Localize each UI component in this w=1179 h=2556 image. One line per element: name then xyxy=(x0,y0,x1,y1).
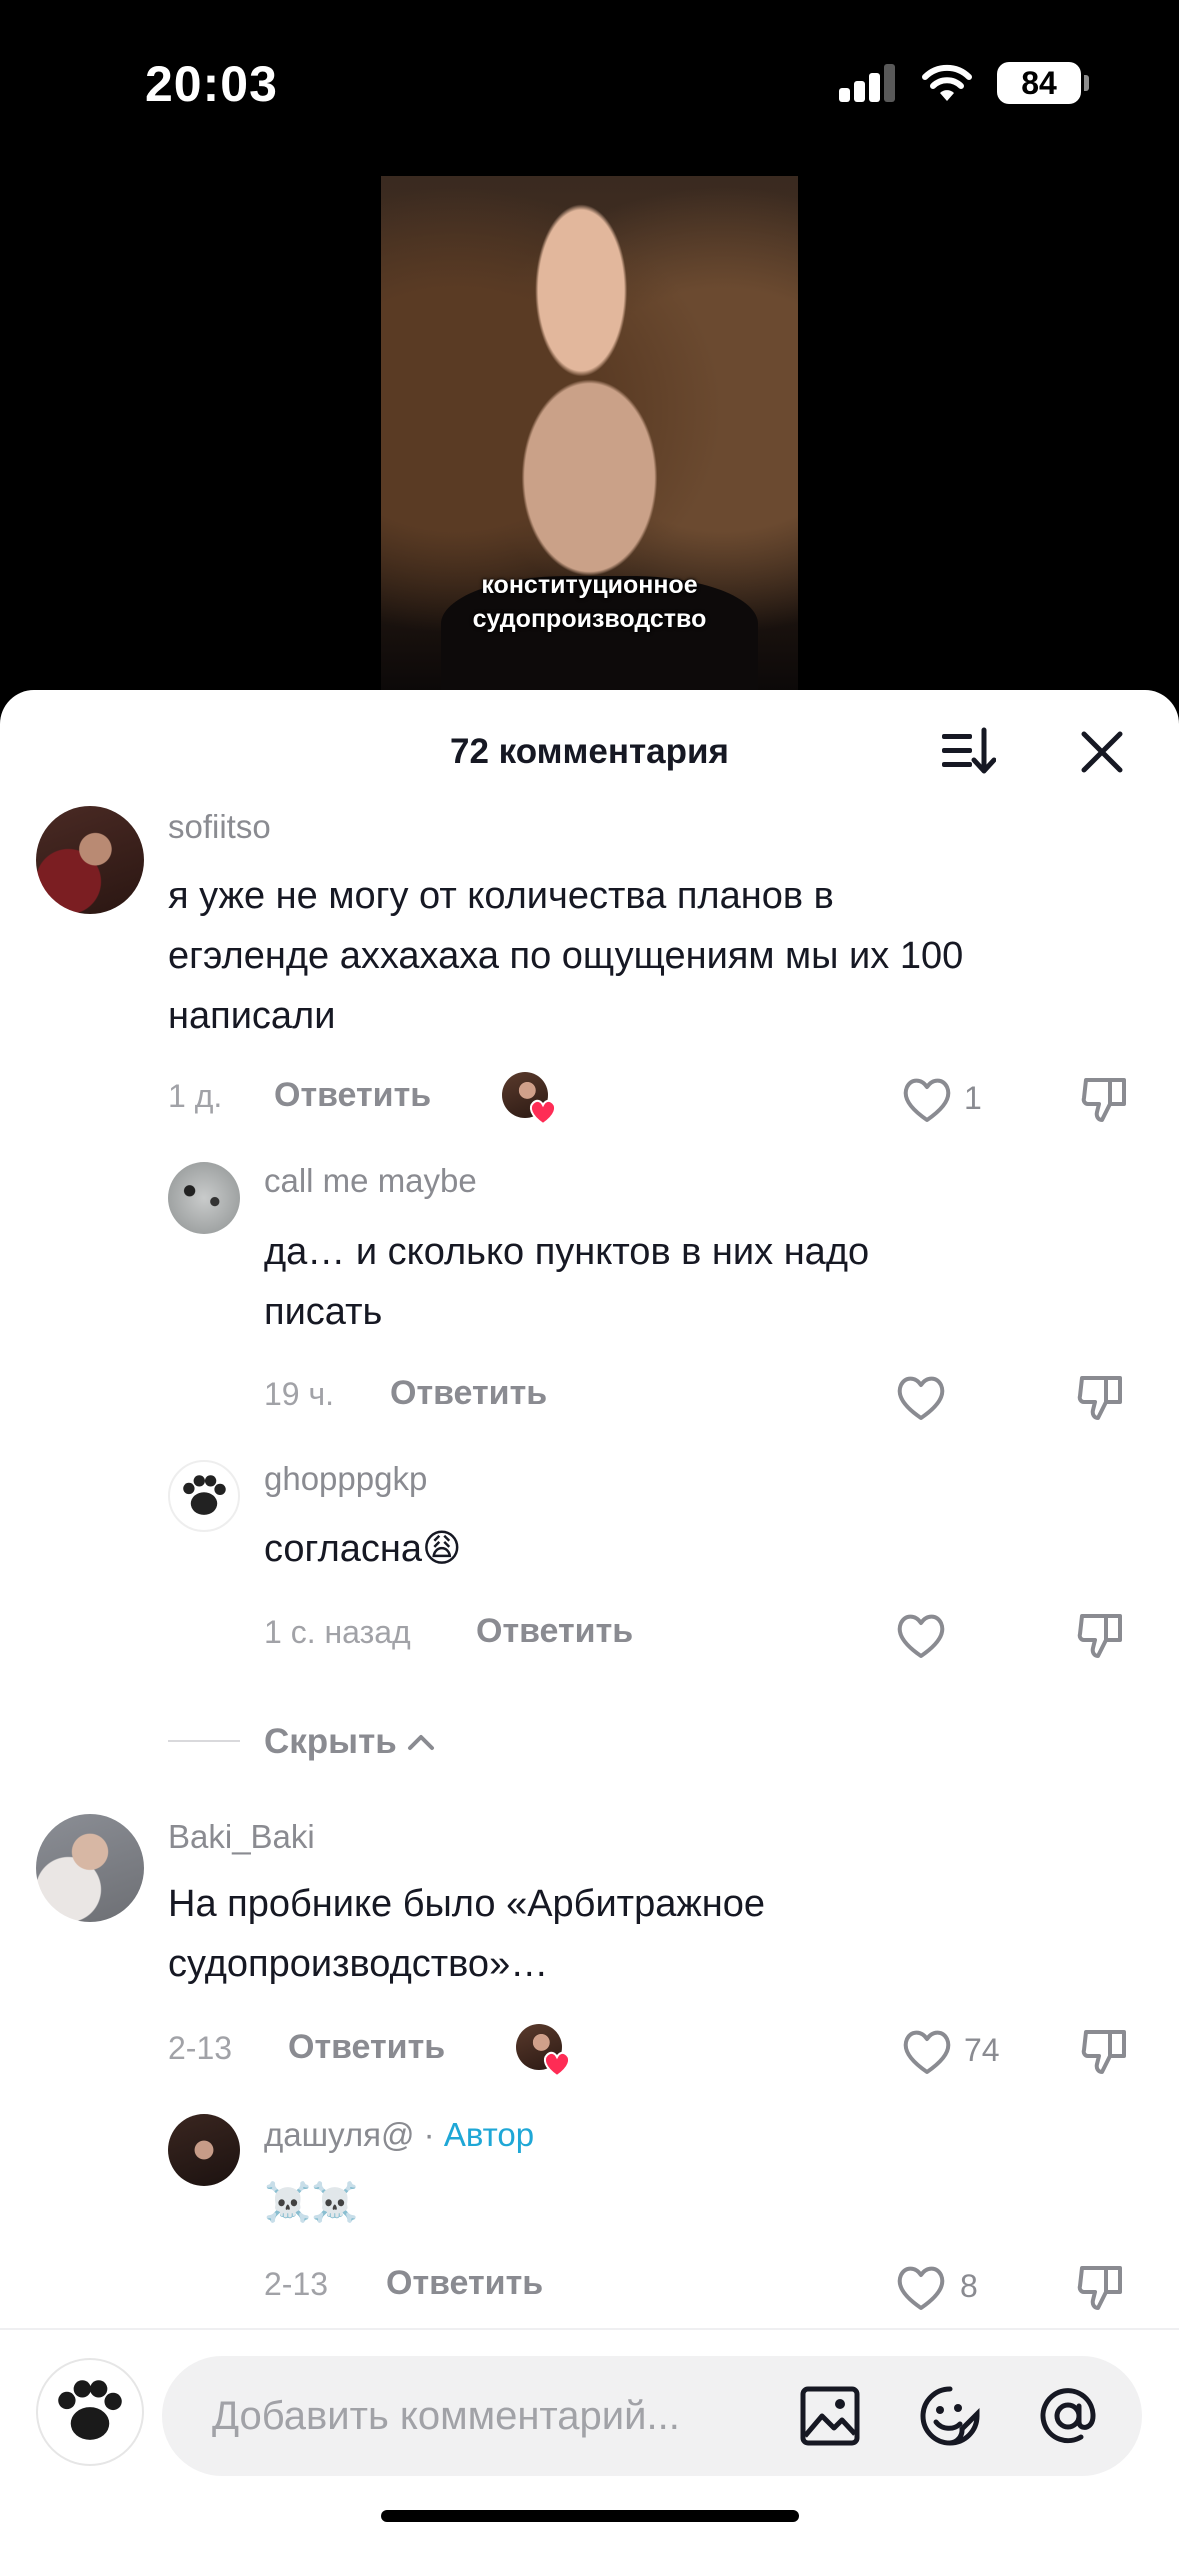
heart-icon[interactable] xyxy=(894,1372,948,1422)
comment-time: 2-13 xyxy=(264,2266,329,2302)
reply-button[interactable]: Ответить xyxy=(386,2264,543,2303)
comment-text: На пробнике было «Арбитражное судопроизв… xyxy=(168,1883,766,1985)
creator-liked-badge xyxy=(502,1072,557,1126)
comment-username[interactable]: Baki_Baki xyxy=(168,1818,315,1856)
status-time: 20:03 xyxy=(145,56,278,112)
heart-icon[interactable] xyxy=(900,1074,954,1124)
reply-button[interactable]: Ответить xyxy=(274,1076,431,1115)
sort-icon[interactable] xyxy=(940,726,996,778)
avatar[interactable] xyxy=(36,806,144,914)
video-caption: конституционное судопроизводство xyxy=(472,571,707,633)
emoji: 😩 xyxy=(422,1526,462,1570)
comment-time: 1 д. xyxy=(168,1078,223,1114)
heart-icon[interactable] xyxy=(894,1610,948,1660)
like-count: 74 xyxy=(964,2032,1000,2068)
avatar[interactable] xyxy=(168,1460,240,1532)
divider xyxy=(168,1740,240,1742)
like-count: 8 xyxy=(960,2268,978,2304)
comment-input-placeholder: Добавить комментарий... xyxy=(212,2394,680,2438)
reply-button[interactable]: Ответить xyxy=(390,1374,547,1413)
comment-time: 1 с. назад xyxy=(264,1614,411,1650)
comment-text: ☠️☠️ xyxy=(264,2172,359,2232)
sheet-header: 72 комментария xyxy=(0,690,1179,810)
chevron-up-icon xyxy=(407,1735,434,1750)
dislike-icon[interactable] xyxy=(1076,2262,1126,2312)
heart-icon[interactable] xyxy=(900,2026,954,2076)
comments-count-title: 72 комментария xyxy=(450,732,729,771)
like-count: 1 xyxy=(964,1080,982,1116)
image-icon[interactable] xyxy=(798,2384,862,2448)
username-text[interactable]: дашуля@ xyxy=(264,2116,414,2153)
comment-text: я уже не могу от количества планов в егэ… xyxy=(168,875,964,1037)
emoji: ☠️☠️ xyxy=(264,2180,359,2224)
close-icon[interactable] xyxy=(1076,726,1128,778)
status-icons: 84 xyxy=(839,62,1089,104)
comment-username[interactable]: call me maybe xyxy=(264,1162,477,1200)
dislike-icon[interactable] xyxy=(1080,2026,1130,2076)
creator-liked-badge xyxy=(516,2024,571,2078)
comment-text: согласна😩 xyxy=(264,1526,462,1570)
my-avatar[interactable] xyxy=(36,2358,144,2466)
reply-button[interactable]: Ответить xyxy=(288,2028,445,2067)
signal-icon xyxy=(839,64,897,102)
comment-input-bar: Добавить комментарий... xyxy=(0,2328,1179,2556)
heart-icon xyxy=(529,1099,557,1126)
comment-input[interactable]: Добавить комментарий... xyxy=(162,2356,1142,2476)
comments-sheet: 72 комментария sofiitso я уже не могу от… xyxy=(0,690,1179,2556)
dislike-icon[interactable] xyxy=(1076,1610,1126,1660)
comment-username[interactable]: sofiitso xyxy=(168,808,271,846)
comment-username: дашуля@ · Автор xyxy=(264,2116,535,2153)
avatar[interactable] xyxy=(36,1814,144,1922)
hide-replies-button[interactable]: Скрыть xyxy=(264,1722,435,1762)
emoji-icon[interactable] xyxy=(918,2384,982,2448)
home-indicator xyxy=(381,2510,799,2522)
video-thumbnail[interactable]: конституционное судопроизводство xyxy=(381,176,798,696)
heart-icon xyxy=(543,2051,571,2078)
heart-icon[interactable] xyxy=(894,2262,948,2312)
dislike-icon[interactable] xyxy=(1080,1074,1130,1124)
avatar[interactable] xyxy=(168,1162,240,1234)
comment-username[interactable]: ghopppgkp xyxy=(264,1460,427,1498)
reply-button[interactable]: Ответить xyxy=(476,1612,633,1651)
avatar[interactable] xyxy=(168,2114,240,2186)
battery-indicator: 84 xyxy=(997,62,1089,104)
dislike-icon[interactable] xyxy=(1076,1372,1126,1422)
author-badge: Автор xyxy=(443,2116,535,2153)
comment-time: 19 ч. xyxy=(264,1376,335,1412)
comment-time: 2-13 xyxy=(168,2030,233,2066)
comment-text: да… и сколько пунктов в них надо писать xyxy=(264,1231,870,1333)
mention-icon[interactable] xyxy=(1036,2384,1100,2448)
wifi-icon xyxy=(922,64,972,101)
status-bar: 20:03 84 xyxy=(0,0,1179,170)
